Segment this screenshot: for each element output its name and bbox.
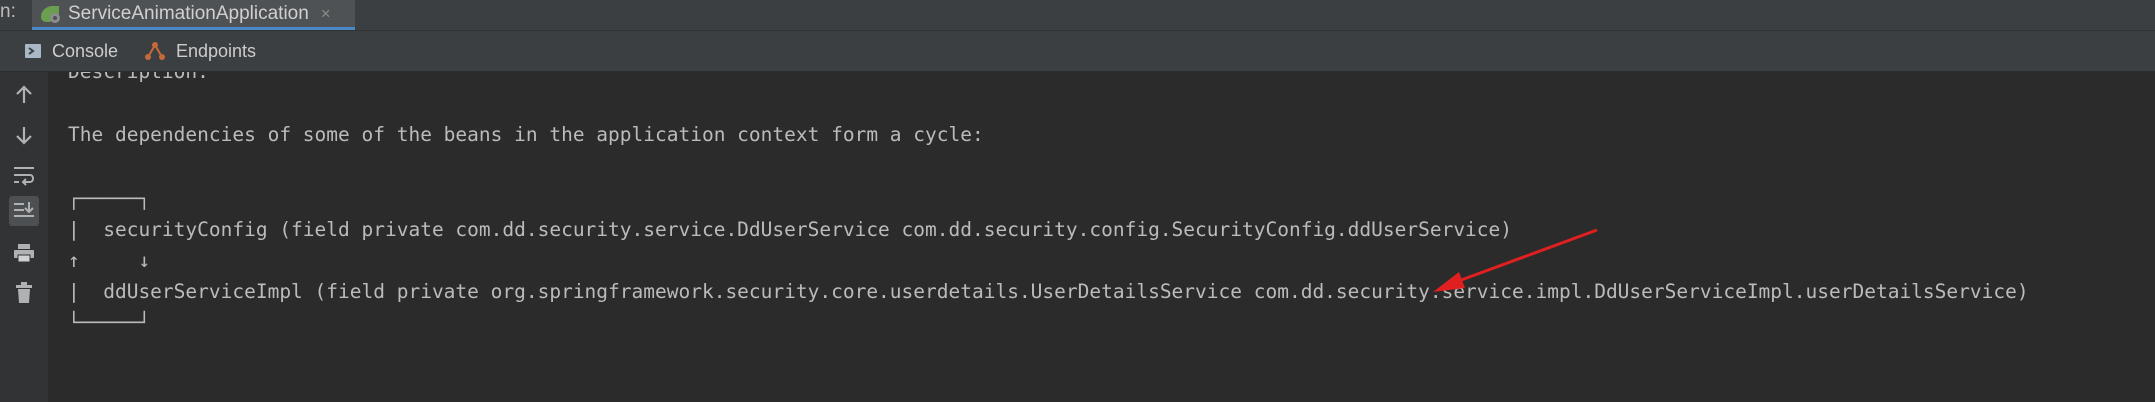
scroll-up-button[interactable] bbox=[9, 80, 39, 110]
console-line: ┌─────┐ bbox=[68, 187, 151, 210]
soft-wrap-icon bbox=[14, 167, 34, 186]
tab-endpoints[interactable]: Endpoints bbox=[144, 31, 256, 71]
clear-all-icon bbox=[16, 282, 32, 303]
print-button[interactable] bbox=[9, 238, 39, 268]
run-label: n: bbox=[0, 1, 16, 22]
console-icon bbox=[25, 44, 41, 58]
console-line: └─────┘ bbox=[68, 311, 151, 334]
red-arrow-annotation bbox=[1433, 228, 1598, 292]
print-icon bbox=[14, 244, 34, 263]
tab-console[interactable]: Console bbox=[24, 31, 118, 71]
console-line: | ddUserServiceImpl (field private org.s… bbox=[68, 280, 2029, 303]
console-line: | securityConfig (field private com.dd.s… bbox=[68, 218, 1513, 241]
scroll-to-end-icon bbox=[14, 202, 34, 217]
output-tab-bar: Console Endpoints bbox=[0, 31, 2155, 72]
tab-console-label: Console bbox=[52, 40, 119, 61]
close-tab-icon[interactable]: × bbox=[321, 4, 331, 24]
tab-endpoints-label: Endpoints bbox=[176, 40, 257, 61]
scroll-up-icon bbox=[16, 85, 32, 103]
console-toolbar bbox=[0, 72, 49, 402]
console-output[interactable]: Description: The dependencies of some of… bbox=[49, 72, 2155, 402]
tab-service-animation-application[interactable]: ServiceAnimationApplication × bbox=[32, 0, 355, 30]
soft-wrap-button[interactable] bbox=[9, 160, 39, 190]
console-line: ↑ ↓ bbox=[68, 249, 151, 272]
scroll-to-end-button[interactable] bbox=[9, 196, 39, 226]
run-tab-bar: n: ServiceAnimationApplication × bbox=[0, 0, 2155, 31]
console-line: The dependencies of some of the beans in… bbox=[68, 123, 984, 146]
scroll-down-icon bbox=[16, 127, 32, 145]
tab-title: ServiceAnimationApplication bbox=[68, 2, 309, 24]
spring-boot-app-icon bbox=[41, 5, 60, 23]
clear-all-button[interactable] bbox=[9, 278, 39, 308]
console-line: Description: bbox=[68, 72, 209, 85]
scroll-down-button[interactable] bbox=[9, 120, 39, 150]
endpoints-icon bbox=[145, 42, 165, 60]
